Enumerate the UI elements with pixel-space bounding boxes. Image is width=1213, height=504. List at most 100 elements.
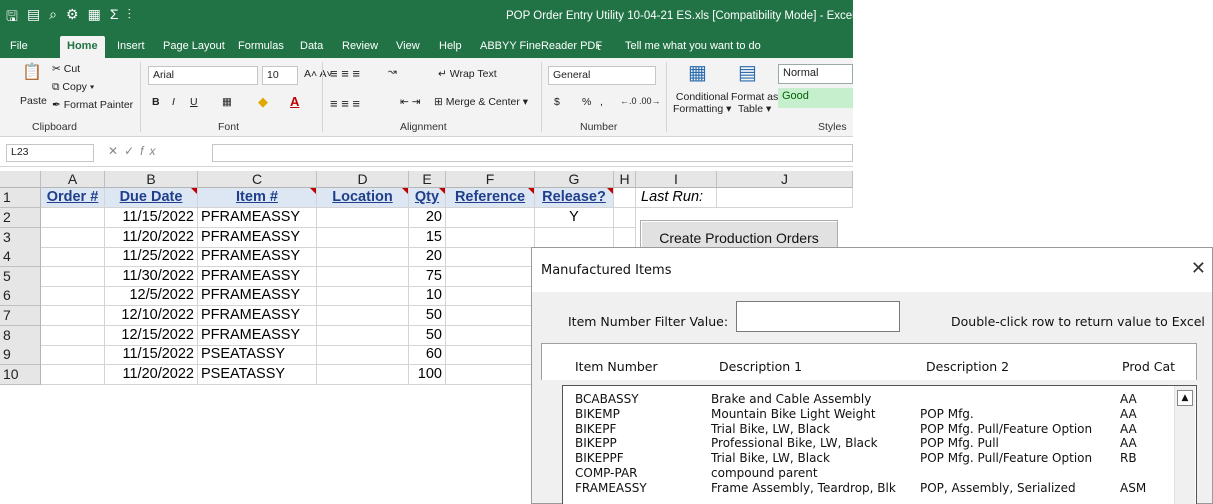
column-header-b[interactable]: B (105, 171, 198, 188)
header-release[interactable]: Release? (535, 188, 614, 208)
cell-item[interactable]: PFRAMEASSY (198, 208, 317, 228)
last-run-label[interactable]: Last Run: (636, 188, 717, 208)
col-prod-cat[interactable]: Prod Cat (1122, 359, 1175, 374)
cell-qty[interactable]: 15 (409, 227, 446, 248)
cell-due-date[interactable]: 11/30/2022 (105, 266, 198, 287)
number-format-select[interactable]: General (548, 66, 656, 85)
header-location[interactable]: Location (317, 188, 409, 208)
cell-location[interactable] (317, 247, 409, 268)
cell-due-date[interactable]: 11/20/2022 (105, 227, 198, 248)
formula-input[interactable] (212, 144, 853, 162)
cell-qty[interactable]: 100 (409, 364, 446, 385)
cell-h[interactable] (614, 208, 636, 228)
column-header-e[interactable]: E (409, 171, 446, 188)
cell-order[interactable] (41, 325, 105, 346)
cell-h[interactable] (614, 227, 636, 248)
cell-due-date[interactable]: 11/20/2022 (105, 364, 198, 385)
cell-release[interactable]: Y (535, 208, 614, 228)
tab-help[interactable]: Help (439, 40, 462, 52)
cell-qty[interactable]: 50 (409, 325, 446, 346)
items-list[interactable]: BCABASSY Brake and Cable Assembly AA BIKEMP… (562, 385, 1197, 504)
fill-color-icon[interactable]: ◆ (258, 94, 268, 110)
cell-reference[interactable] (446, 227, 535, 248)
cell-item[interactable]: PFRAMEASSY (198, 286, 317, 307)
orientation-icon[interactable]: ↝ (388, 66, 397, 78)
format-as-table-button[interactable]: Format as Table ▾ (731, 91, 778, 115)
col-description-1[interactable]: Description 1 (719, 359, 802, 374)
font-color-icon[interactable]: A (290, 94, 299, 109)
row-header[interactable]: 5 (0, 266, 41, 287)
cut-button[interactable]: ✂ Cut (52, 63, 80, 75)
header-item[interactable]: Item # (198, 188, 317, 208)
grow-shrink-font-icon[interactable]: A˄ A˅ (304, 68, 333, 80)
conditional-formatting-icon[interactable]: ▦ (688, 60, 707, 85)
cell-item[interactable]: PFRAMEASSY (198, 325, 317, 346)
tab-page-layout[interactable]: Page Layout (163, 40, 225, 52)
tab-review[interactable]: Review (342, 40, 378, 52)
cell-order[interactable] (41, 306, 105, 326)
fx-icon[interactable]: fx (140, 144, 161, 158)
cell-due-date[interactable]: 12/10/2022 (105, 306, 198, 326)
cell-location[interactable] (317, 325, 409, 346)
cell-order[interactable] (41, 208, 105, 228)
underline-button[interactable]: U (190, 96, 198, 108)
row-header[interactable]: 6 (0, 286, 41, 307)
list-item[interactable]: BIKEPP Professional Bike, LW, Black POP Mf… (563, 436, 1175, 450)
cell-release[interactable] (535, 227, 614, 248)
cell[interactable] (717, 188, 853, 208)
cell-qty[interactable]: 10 (409, 286, 446, 307)
row-header[interactable]: 3 (0, 227, 41, 248)
header-due-date[interactable]: Due Date (105, 188, 198, 208)
cell-order[interactable] (41, 364, 105, 385)
align-top-icon[interactable]: ≡ ≡ ≡ (330, 66, 360, 81)
cell-due-date[interactable]: 11/15/2022 (105, 345, 198, 366)
cell-qty[interactable]: 60 (409, 345, 446, 366)
copy-button[interactable]: ⧉ Copy ▾ (52, 81, 94, 94)
row-header[interactable]: 8 (0, 325, 41, 346)
cell-due-date[interactable]: 12/15/2022 (105, 325, 198, 346)
cell-due-date[interactable]: 12/5/2022 (105, 286, 198, 307)
col-item-number[interactable]: Item Number (575, 359, 658, 374)
header-reference[interactable]: Reference (446, 188, 535, 208)
cell-due-date[interactable]: 11/25/2022 (105, 247, 198, 268)
font-name-select[interactable]: Arial (148, 66, 258, 85)
column-header-j[interactable]: J (717, 171, 853, 188)
cell-location[interactable] (317, 227, 409, 248)
tools-icon[interactable]: ⚙ (66, 6, 79, 30)
cell-item[interactable]: PFRAMEASSY (198, 266, 317, 287)
name-box[interactable]: L23 (6, 144, 94, 162)
cell-reference[interactable] (446, 286, 535, 307)
tab-formulas[interactable]: Formulas (238, 40, 284, 52)
cell-location[interactable] (317, 266, 409, 287)
column-header-c[interactable]: C (198, 171, 317, 188)
cell-location[interactable] (317, 364, 409, 385)
print-preview-icon[interactable]: ⌕ (49, 6, 57, 30)
select-all-corner[interactable] (0, 171, 41, 188)
conditional-formatting-button[interactable]: Conditional Formatting ▾ (673, 91, 731, 115)
align-left-icon[interactable]: ≡ ≡ ≡ (330, 96, 360, 111)
tab-home[interactable]: Home (60, 36, 105, 59)
list-item[interactable]: COMP-PAR compound parent (563, 466, 1175, 480)
list-item[interactable]: BIKEMP Mountain Bike Light Weight POP Mfg.… (563, 407, 1175, 421)
save-icon[interactable]: 🖫 (6, 6, 18, 30)
enter-icon[interactable]: ✓ (124, 144, 140, 158)
style-normal[interactable]: Normal (778, 64, 853, 84)
cell-due-date[interactable]: 11/15/2022 (105, 208, 198, 228)
cell-order[interactable] (41, 286, 105, 307)
cell-order[interactable] (41, 266, 105, 287)
customize-qat-icon[interactable]: ⫶ (127, 6, 131, 30)
decimal-icon[interactable]: ←.0 .00→ (620, 96, 661, 106)
cell-reference[interactable] (446, 364, 535, 385)
cell-reference[interactable] (446, 208, 535, 228)
cell-item[interactable]: PFRAMEASSY (198, 306, 317, 326)
percent-button[interactable]: % (582, 96, 591, 108)
header-order[interactable]: Order # (41, 188, 105, 208)
cell-reference[interactable] (446, 345, 535, 366)
style-good[interactable]: Good (778, 88, 853, 108)
column-header-i[interactable]: I (636, 171, 717, 188)
borders-icon[interactable]: ▦ (222, 96, 232, 108)
cell-item[interactable]: PFRAMEASSY (198, 247, 317, 268)
cell-order[interactable] (41, 345, 105, 366)
tab-view[interactable]: View (396, 40, 420, 52)
cell-location[interactable] (317, 306, 409, 326)
